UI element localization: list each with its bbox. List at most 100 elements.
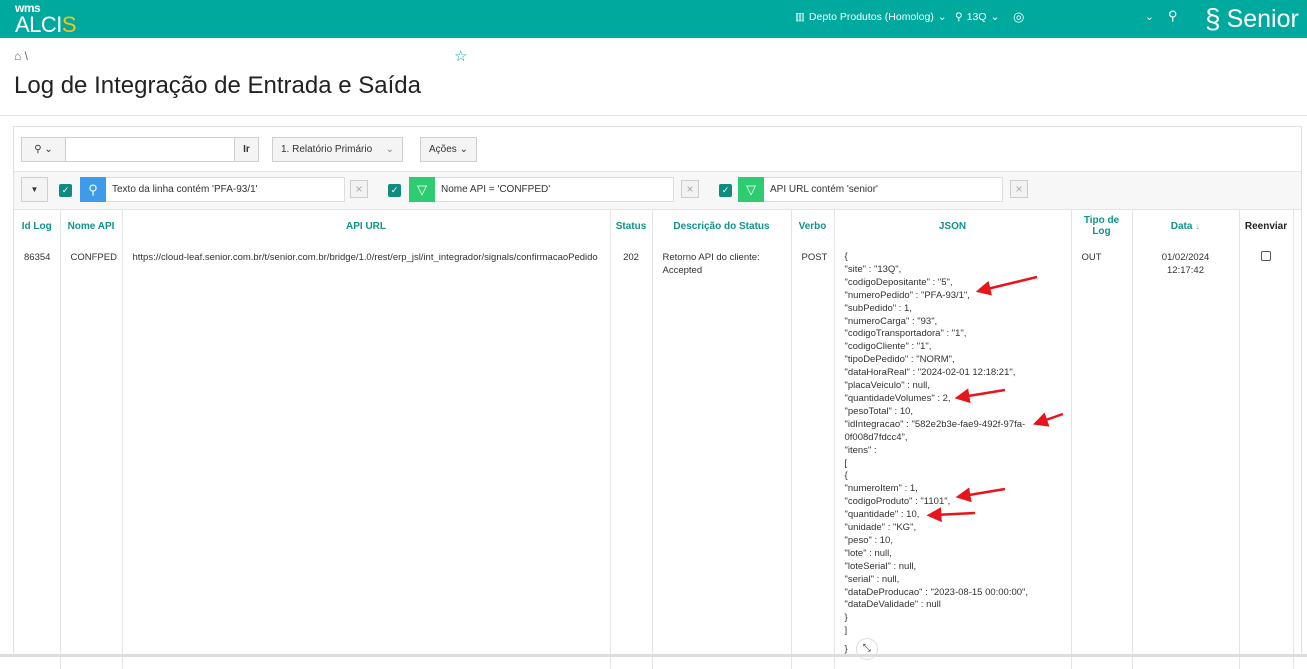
json-line: "codigoProduto" : "1101", (844, 496, 951, 508)
chevron-down-icon: ⌄ (385, 144, 394, 155)
col-descricao-status[interactable]: Descrição do Status (652, 210, 792, 242)
json-line: "numeroPedido" : "PFA-93/1", (844, 289, 970, 301)
filter-3-text: API URL contém 'senior' (770, 184, 878, 195)
json-line: "codigoDepositante" : "5", (844, 276, 953, 288)
filter-1[interactable]: ⚲ Texto da linha contém 'PFA-93/1' (80, 177, 345, 202)
chevron-down-icon: ⌄ (990, 11, 1000, 23)
cell-tipo: OUT (1071, 242, 1133, 669)
breadcrumb: ⌂ \ (14, 49, 28, 63)
json-line: "pesoTotal" : 10, (844, 405, 914, 417)
site-label: 13Q (966, 11, 987, 23)
resend-checkbox[interactable] (1261, 251, 1271, 261)
user-icon[interactable]: ◎ (1013, 9, 1024, 25)
json-line: "unidade" : "KG", (844, 522, 917, 534)
col-tipo-log[interactable]: Tipo de Log (1071, 210, 1133, 242)
search-input[interactable] (65, 137, 235, 162)
cell-desc: Retorno API do cliente: Accepted (652, 242, 792, 669)
divider (0, 115, 1307, 116)
senior-brand: Senior (1226, 4, 1299, 33)
filter-2-checkbox[interactable]: ✓ (388, 184, 401, 197)
col-data[interactable]: Data ↓ (1132, 210, 1240, 242)
favorite-star-icon[interactable]: ☆ (454, 47, 467, 65)
cell-url: https://cloud-leaf.senior.com.br/t/senio… (122, 242, 611, 669)
filters-bar: ▼ ✓ ⚲ Texto da linha contém 'PFA-93/1' × … (14, 172, 1301, 210)
json-line: "itens" : (844, 444, 877, 456)
json-line: [ (844, 457, 848, 469)
filter-2-text: Nome API = 'CONFPED' (441, 184, 551, 195)
top-bar: wms ALCIS ▥ Depto Produtos (Homolog) ⌄ ⚲… (0, 0, 1307, 38)
wms-alcis-logo[interactable]: wms ALCIS (15, 2, 77, 37)
report-toolbar: ⚲ ⌄ Ir 1. Relatório Primário ⌄ Ações ⌄ (14, 127, 1301, 172)
json-line: 0f008d7fdcc4", (844, 431, 908, 443)
table-header-row: Id Log Nome API API URL Status Descrição… (14, 210, 1294, 242)
filter-2[interactable]: ▽ Nome API = 'CONFPED' (409, 177, 674, 202)
site-selector[interactable]: ⚲ 13Q ⌄ (955, 11, 999, 23)
filter-3[interactable]: ▽ API URL contém 'senior' (738, 177, 1003, 202)
json-line: "dataDeProducao" : "2023-08-15 00:00:00"… (844, 586, 1029, 598)
department-label: Depto Produtos (Homolog) (808, 11, 934, 23)
json-line: } (844, 612, 848, 624)
json-line: "serial" : null, (844, 573, 900, 585)
json-line: "codigoTransportadora" : "1", (844, 328, 967, 340)
json-line: "site" : "13Q", (844, 263, 902, 275)
cell-reenviar (1239, 242, 1294, 669)
json-line: "numeroCarga" : "93", (844, 315, 938, 327)
filter-3-checkbox[interactable]: ✓ (719, 184, 732, 197)
col-status[interactable]: Status (610, 210, 653, 242)
json-line: "loteSerial" : null, (844, 560, 917, 572)
filter-1-checkbox[interactable]: ✓ (59, 184, 72, 197)
col-nome-api[interactable]: Nome API (60, 210, 123, 242)
toggle-filters-button[interactable]: ▼ (21, 177, 48, 202)
search-column-button[interactable]: ⚲ ⌄ (21, 137, 66, 162)
remove-filter-1-button[interactable]: × (350, 180, 368, 198)
go-button[interactable]: Ir (234, 137, 259, 162)
chevron-down-icon: ⌄ (937, 11, 947, 23)
logo-main: ALCI (15, 12, 62, 37)
cell-data: 01/02/2024 12:17:42 (1132, 242, 1240, 669)
chevron-down-icon: ⌄ (459, 144, 468, 155)
table-row: 86354 CONFPED https://cloud-leaf.senior.… (14, 242, 1294, 669)
report-select-value: 1. Relatório Primário (281, 144, 373, 155)
sort-desc-icon: ↓ (1195, 220, 1201, 232)
filter-funnel-icon: ▽ (738, 177, 764, 202)
search-icon: ⚲ ⌄ (34, 144, 53, 155)
filter-funnel-icon: ▽ (409, 177, 435, 202)
senior-s-icon: § (1205, 3, 1221, 34)
col-api-url[interactable]: API URL (122, 210, 611, 242)
report-panel: ⚲ ⌄ Ir 1. Relatório Primário ⌄ Ações ⌄ ▼ … (13, 126, 1302, 669)
json-line: "dataHoraReal" : "2024-02-01 12:18:21", (844, 367, 1016, 379)
col-verbo[interactable]: Verbo (791, 210, 835, 242)
department-selector[interactable]: ▥ Depto Produtos (Homolog) ⌄ (795, 11, 947, 23)
col-json[interactable]: JSON (834, 210, 1072, 242)
col-id-log[interactable]: Id Log (14, 210, 61, 242)
report-select[interactable]: 1. Relatório Primário ⌄ (272, 137, 403, 162)
search-icon[interactable]: ⚲ (1168, 8, 1178, 24)
json-line: "dataDeValidade" : null (844, 599, 941, 611)
logo-accent: S (61, 12, 77, 37)
json-line: { (844, 470, 848, 482)
json-line: "placaVeiculo" : null, (844, 380, 930, 392)
cell-api: CONFPED (60, 242, 123, 669)
page-title: Log de Integração de Entrada e Saída (14, 72, 421, 99)
json-line: "quantidadeVolumes" : 2, (844, 392, 951, 404)
menu-chevron-icon[interactable]: ⌄ (1145, 11, 1154, 23)
cell-status: 202 (610, 242, 653, 669)
remove-filter-3-button[interactable]: × (1010, 180, 1028, 198)
cell-id: 86354 (14, 242, 61, 669)
filter-1-text: Texto da linha contém 'PFA-93/1' (112, 184, 258, 195)
col-data-label: Data (1170, 220, 1193, 232)
cell-json: {"site" : "13Q", "codigoDepositante" : "5… (834, 242, 1072, 669)
senior-logo: § Senior (1205, 3, 1299, 35)
remove-filter-2-button[interactable]: × (681, 180, 699, 198)
col-reenviar[interactable]: Reenviar (1239, 210, 1294, 242)
search-icon: ⚲ (80, 177, 106, 202)
breadcrumb-separator: \ (24, 49, 28, 63)
json-line: "numeroItem" : 1, (844, 483, 918, 495)
json-line: "subPedido" : 1, (844, 302, 912, 314)
log-table: Id Log Nome API API URL Status Descrição… (14, 210, 1294, 669)
cell-verb: POST (791, 242, 835, 669)
json-line: "tipoDePedido" : "NORM", (844, 354, 955, 366)
home-icon[interactable]: ⌂ (14, 49, 21, 63)
actions-menu-button[interactable]: Ações ⌄ (420, 137, 477, 162)
json-line: { (844, 251, 848, 262)
